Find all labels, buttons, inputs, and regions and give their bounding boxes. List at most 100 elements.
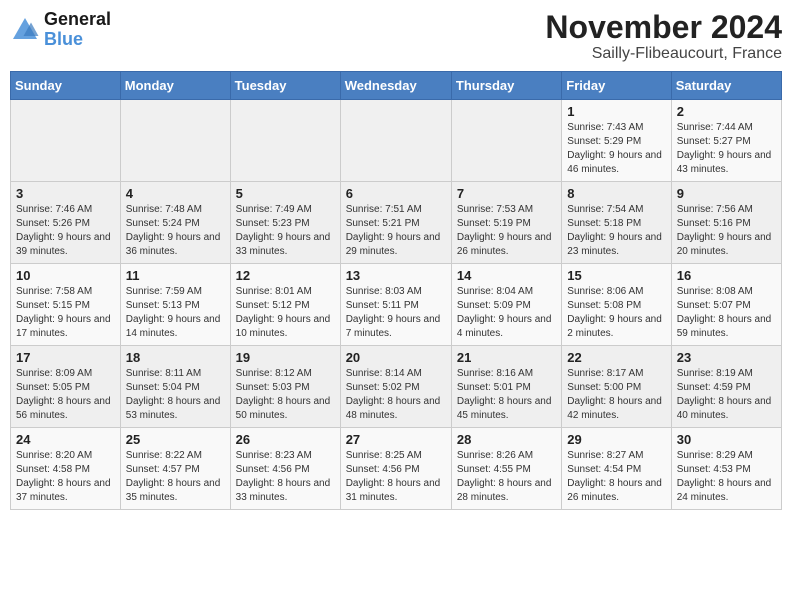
day-number: 20: [346, 350, 446, 365]
day-number: 12: [236, 268, 335, 283]
day-info: Sunrise: 8:16 AM Sunset: 5:01 PM Dayligh…: [457, 367, 556, 423]
day-number: 2: [677, 104, 776, 119]
page-subtitle: Sailly-Flibeaucourt, France: [545, 45, 782, 63]
calendar-day-cell: 24 Sunrise: 8:20 AM Sunset: 4:58 PM Dayli…: [11, 428, 121, 510]
calendar-day-cell: 20Sunrise: 8:14 AM Sunset: 5:02 PM Dayli…: [340, 346, 451, 428]
day-info: Sunrise: 7:59 AM Sunset: 5:13 PM Dayligh…: [126, 285, 225, 341]
day-info: Sunrise: 7:48 AM Sunset: 5:24 PM Dayligh…: [126, 203, 225, 259]
day-number: 19: [236, 350, 335, 365]
calendar-day-cell: 4 Sunrise: 7:48 AM Sunset: 5:24 PM Daylig…: [120, 182, 230, 264]
calendar-day-cell: 30 Sunrise: 8:29 AM Sunset: 4:53 PM Dayli…: [671, 428, 781, 510]
calendar-day-cell: 21 Sunrise: 8:16 AM Sunset: 5:01 PM Dayli…: [451, 346, 561, 428]
day-number: 24: [16, 432, 115, 447]
day-info: Sunrise: 8:04 AM Sunset: 5:09 PM Dayligh…: [457, 285, 556, 341]
day-info: Sunrise: 7:43 AM Sunset: 5:29 PM Dayligh…: [567, 121, 665, 177]
calendar-day-header: Friday: [562, 72, 671, 100]
calendar-week-row: 10 Sunrise: 7:58 AM Sunset: 5:15 PM Dayli…: [11, 264, 782, 346]
calendar-day-cell: 14 Sunrise: 8:04 AM Sunset: 5:09 PM Dayli…: [451, 264, 561, 346]
day-info: Sunrise: 7:54 AM Sunset: 5:18 PM Dayligh…: [567, 203, 665, 259]
day-number: 17: [16, 350, 115, 365]
day-number: 27: [346, 432, 446, 447]
day-info: Sunrise: 8:12 AM Sunset: 5:03 PM Dayligh…: [236, 367, 335, 423]
page-header: GeneralBlue November 2024 Sailly-Flibeau…: [10, 10, 782, 63]
calendar-day-cell: 11 Sunrise: 7:59 AM Sunset: 5:13 PM Dayli…: [120, 264, 230, 346]
day-number: 9: [677, 186, 776, 201]
day-number: 18: [126, 350, 225, 365]
day-number: 28: [457, 432, 556, 447]
day-number: 30: [677, 432, 776, 447]
calendar-day-cell: 7 Sunrise: 7:53 AM Sunset: 5:19 PM Daylig…: [451, 182, 561, 264]
day-info: Sunrise: 8:20 AM Sunset: 4:58 PM Dayligh…: [16, 449, 115, 505]
day-info: Sunrise: 8:26 AM Sunset: 4:55 PM Dayligh…: [457, 449, 556, 505]
day-number: 11: [126, 268, 225, 283]
day-info: Sunrise: 8:25 AM Sunset: 4:56 PM Dayligh…: [346, 449, 446, 505]
day-info: Sunrise: 8:09 AM Sunset: 5:05 PM Dayligh…: [16, 367, 115, 423]
day-number: 14: [457, 268, 556, 283]
calendar-day-cell: 16 Sunrise: 8:08 AM Sunset: 5:07 PM Dayli…: [671, 264, 781, 346]
calendar-day-header: Monday: [120, 72, 230, 100]
calendar-day-cell: 23 Sunrise: 8:19 AM Sunset: 4:59 PM Dayli…: [671, 346, 781, 428]
day-number: 16: [677, 268, 776, 283]
calendar-day-cell: 1 Sunrise: 7:43 AM Sunset: 5:29 PM Daylig…: [562, 100, 671, 182]
calendar-week-row: 24 Sunrise: 8:20 AM Sunset: 4:58 PM Dayli…: [11, 428, 782, 510]
calendar-day-cell: 17 Sunrise: 8:09 AM Sunset: 5:05 PM Dayli…: [11, 346, 121, 428]
day-info: Sunrise: 7:46 AM Sunset: 5:26 PM Dayligh…: [16, 203, 115, 259]
day-info: Sunrise: 8:01 AM Sunset: 5:12 PM Dayligh…: [236, 285, 335, 341]
day-info: Sunrise: 7:56 AM Sunset: 5:16 PM Dayligh…: [677, 203, 776, 259]
calendar-day-cell: 9 Sunrise: 7:56 AM Sunset: 5:16 PM Daylig…: [671, 182, 781, 264]
day-number: 10: [16, 268, 115, 283]
day-number: 22: [567, 350, 665, 365]
logo-text: GeneralBlue: [44, 10, 111, 50]
calendar-day-cell: 6Sunrise: 7:51 AM Sunset: 5:21 PM Daylig…: [340, 182, 451, 264]
day-info: Sunrise: 7:49 AM Sunset: 5:23 PM Dayligh…: [236, 203, 335, 259]
calendar-day-cell: 12 Sunrise: 8:01 AM Sunset: 5:12 PM Dayli…: [230, 264, 340, 346]
calendar-header-row: SundayMondayTuesdayWednesdayThursdayFrid…: [11, 72, 782, 100]
day-info: Sunrise: 8:17 AM Sunset: 5:00 PM Dayligh…: [567, 367, 665, 423]
day-number: 25: [126, 432, 225, 447]
calendar-day-header: Saturday: [671, 72, 781, 100]
calendar-day-header: Thursday: [451, 72, 561, 100]
day-number: 1: [567, 104, 665, 119]
day-info: Sunrise: 7:53 AM Sunset: 5:19 PM Dayligh…: [457, 203, 556, 259]
day-number: 7: [457, 186, 556, 201]
title-block: November 2024 Sailly-Flibeaucourt, Franc…: [545, 10, 782, 63]
day-info: Sunrise: 8:11 AM Sunset: 5:04 PM Dayligh…: [126, 367, 225, 423]
day-info: Sunrise: 8:27 AM Sunset: 4:54 PM Dayligh…: [567, 449, 665, 505]
calendar-week-row: 3 Sunrise: 7:46 AM Sunset: 5:26 PM Daylig…: [11, 182, 782, 264]
day-number: 5: [236, 186, 335, 201]
calendar-day-cell: 27 Sunrise: 8:25 AM Sunset: 4:56 PM Dayli…: [340, 428, 451, 510]
calendar-day-cell: 25 Sunrise: 8:22 AM Sunset: 4:57 PM Dayli…: [120, 428, 230, 510]
day-number: 21: [457, 350, 556, 365]
calendar-day-header: Wednesday: [340, 72, 451, 100]
day-info: Sunrise: 8:23 AM Sunset: 4:56 PM Dayligh…: [236, 449, 335, 505]
day-number: 13: [346, 268, 446, 283]
calendar-week-row: 17 Sunrise: 8:09 AM Sunset: 5:05 PM Dayli…: [11, 346, 782, 428]
calendar-day-cell: 8Sunrise: 7:54 AM Sunset: 5:18 PM Daylig…: [562, 182, 671, 264]
day-number: 6: [346, 186, 446, 201]
day-number: 3: [16, 186, 115, 201]
calendar-body: 1 Sunrise: 7:43 AM Sunset: 5:29 PM Daylig…: [11, 100, 782, 510]
day-info: Sunrise: 8:03 AM Sunset: 5:11 PM Dayligh…: [346, 285, 446, 341]
page-title: November 2024: [545, 10, 782, 45]
day-number: 23: [677, 350, 776, 365]
day-info: Sunrise: 8:19 AM Sunset: 4:59 PM Dayligh…: [677, 367, 776, 423]
calendar-day-cell: 22 Sunrise: 8:17 AM Sunset: 5:00 PM Dayli…: [562, 346, 671, 428]
calendar-header: SundayMondayTuesdayWednesdayThursdayFrid…: [11, 72, 782, 100]
day-info: Sunrise: 8:29 AM Sunset: 4:53 PM Dayligh…: [677, 449, 776, 505]
calendar-day-cell: [120, 100, 230, 182]
logo-icon: [10, 15, 40, 45]
day-info: Sunrise: 8:08 AM Sunset: 5:07 PM Dayligh…: [677, 285, 776, 341]
day-info: Sunrise: 8:06 AM Sunset: 5:08 PM Dayligh…: [567, 285, 665, 341]
day-number: 4: [126, 186, 225, 201]
calendar-day-cell: [230, 100, 340, 182]
calendar-day-cell: [451, 100, 561, 182]
day-info: Sunrise: 8:22 AM Sunset: 4:57 PM Dayligh…: [126, 449, 225, 505]
calendar-day-cell: 2 Sunrise: 7:44 AM Sunset: 5:27 PM Daylig…: [671, 100, 781, 182]
calendar-day-cell: [340, 100, 451, 182]
calendar-day-cell: 26Sunrise: 8:23 AM Sunset: 4:56 PM Dayli…: [230, 428, 340, 510]
calendar-day-cell: 10 Sunrise: 7:58 AM Sunset: 5:15 PM Dayli…: [11, 264, 121, 346]
calendar-day-cell: 29Sunrise: 8:27 AM Sunset: 4:54 PM Dayli…: [562, 428, 671, 510]
calendar-table: SundayMondayTuesdayWednesdayThursdayFrid…: [10, 71, 782, 510]
day-info: Sunrise: 7:58 AM Sunset: 5:15 PM Dayligh…: [16, 285, 115, 341]
day-info: Sunrise: 7:44 AM Sunset: 5:27 PM Dayligh…: [677, 121, 776, 177]
